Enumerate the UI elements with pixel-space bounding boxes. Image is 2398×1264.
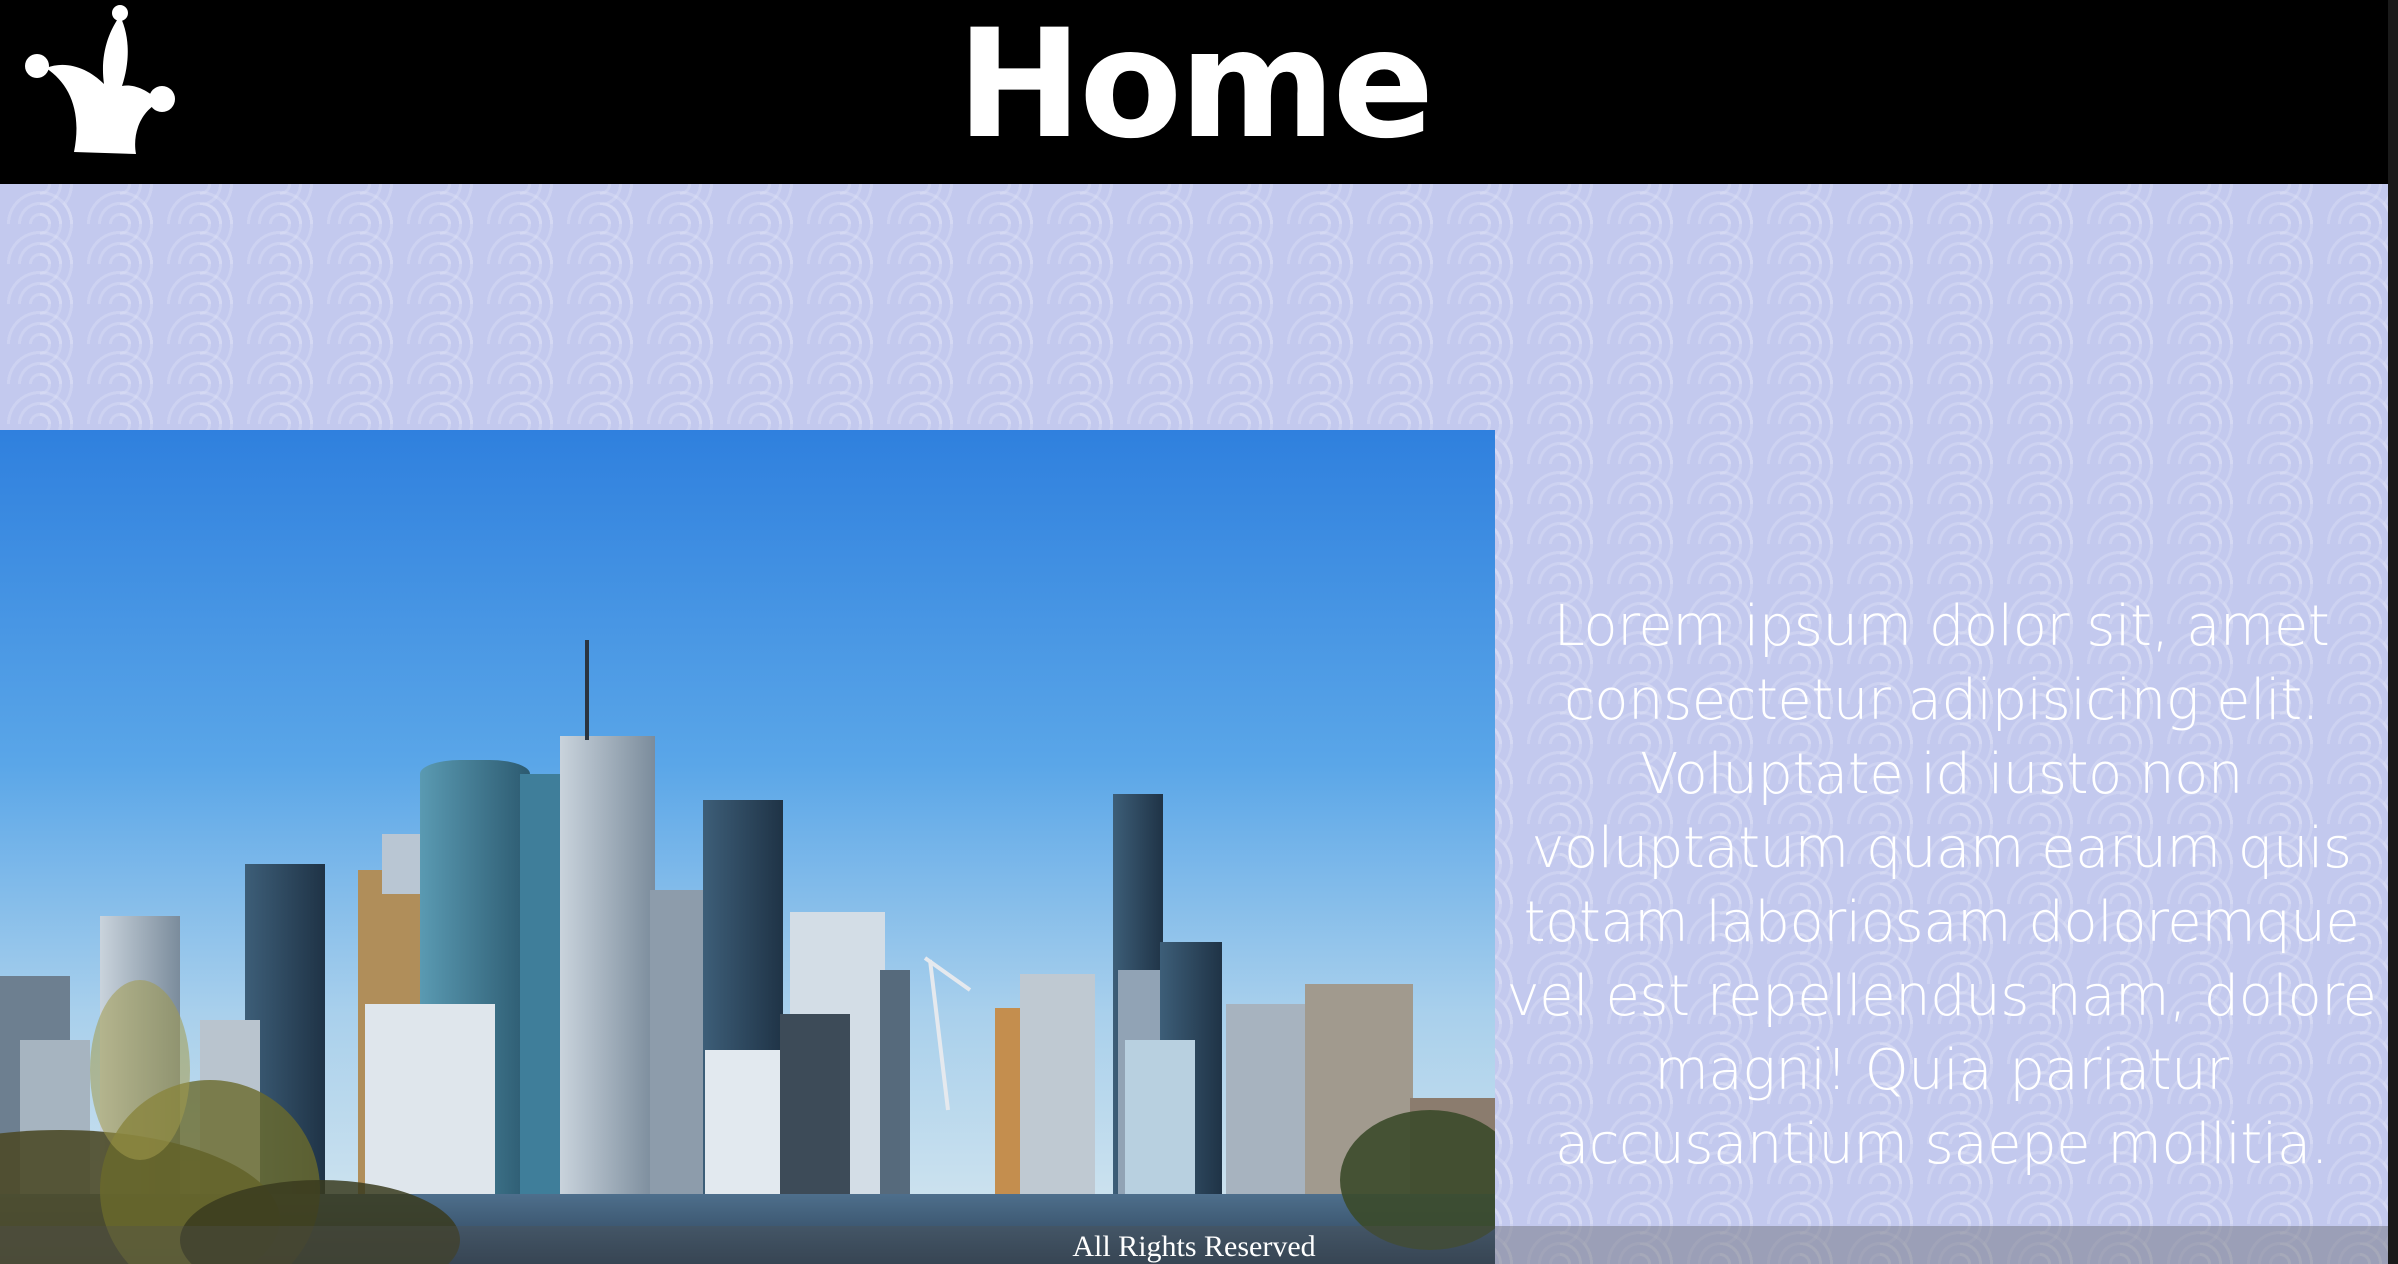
intro-paragraph: Lorem ipsum dolor sit, amet consectetur …	[1506, 594, 2378, 1177]
scrollbar[interactable]	[2388, 0, 2398, 1264]
site-header: Home	[0, 0, 2388, 184]
page-title: Home	[956, 0, 1435, 172]
copyright-text: All Rights Reserved	[1072, 1230, 1316, 1263]
city-skyline-image	[0, 430, 1495, 1264]
site-footer: All Rights Reserved	[0, 1226, 2388, 1264]
page: Home Lorem ipsum dolor sit, amet consect…	[0, 0, 2398, 1264]
